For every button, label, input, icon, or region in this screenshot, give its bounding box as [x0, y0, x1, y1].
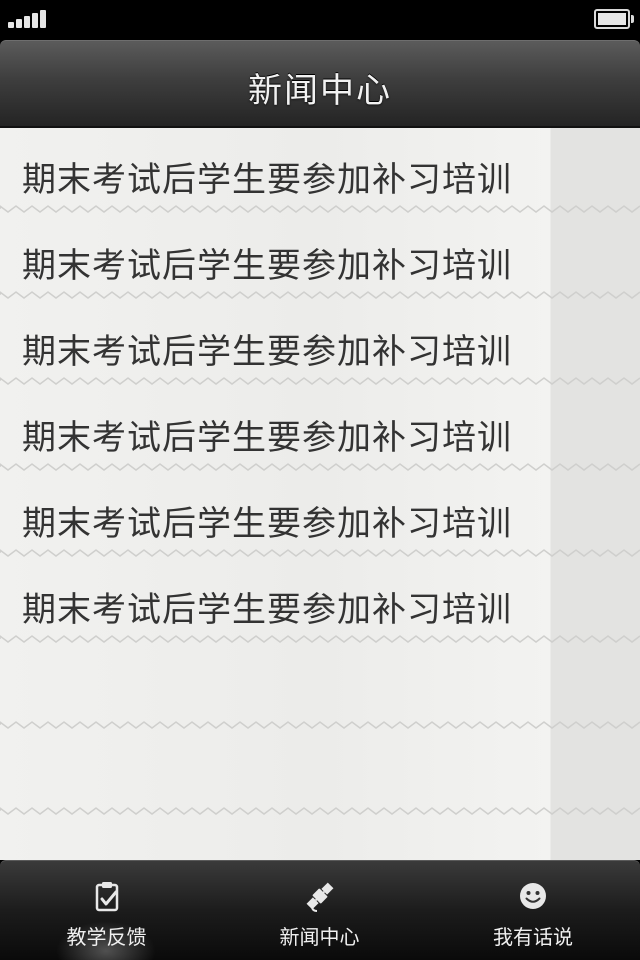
- tab-speak-up[interactable]: 我有话说: [426, 861, 640, 960]
- row-divider: [0, 721, 640, 729]
- news-item[interactable]: 期末考试后学生要参加补习培训: [0, 472, 640, 558]
- row-divider: [0, 377, 640, 385]
- news-title: 期末考试后学生要参加补习培训: [22, 418, 512, 458]
- empty-row: [0, 730, 640, 816]
- tab-label: 教学反馈: [66, 925, 147, 949]
- battery-icon: [594, 9, 634, 29]
- status-bar: [0, 0, 640, 40]
- news-item[interactable]: 期末考试后学生要参加补习培训: [0, 386, 640, 472]
- row-divider: [0, 463, 640, 471]
- news-title: 期末考试后学生要参加补习培训: [22, 332, 512, 372]
- tab-teaching-feedback[interactable]: 教学反馈: [0, 861, 213, 960]
- tab-label: 我有话说: [493, 925, 573, 949]
- news-item[interactable]: 期末考试后学生要参加补习培训: [0, 558, 640, 644]
- news-title: 期末考试后学生要参加补习培训: [22, 246, 512, 286]
- news-item[interactable]: 期末考试后学生要参加补习培训: [0, 128, 640, 214]
- news-item[interactable]: 期末考试后学生要参加补习培训: [0, 300, 640, 386]
- empty-row: [0, 644, 640, 730]
- row-divider: [0, 205, 640, 213]
- row-divider: [0, 549, 640, 557]
- clipboard-check-icon: [95, 882, 118, 912]
- tab-news-center[interactable]: 新闻中心: [213, 861, 426, 960]
- news-title: 期末考试后学生要参加补习培训: [22, 160, 512, 200]
- news-title: 期末考试后学生要参加补习培训: [22, 590, 512, 630]
- news-title: 期末考试后学生要参加补习培训: [22, 504, 512, 544]
- tab-label: 新闻中心: [279, 925, 360, 949]
- signal-strength-icon: [8, 8, 48, 28]
- row-divider: [0, 635, 640, 643]
- news-item[interactable]: 期末考试后学生要参加补习培训: [0, 214, 640, 300]
- news-list-container[interactable]: 期末考试后学生要参加补习培训 期末考试后学生要参加补习培训 期末考试后学生要参加…: [0, 128, 640, 860]
- news-list: 期末考试后学生要参加补习培训 期末考试后学生要参加补习培训 期末考试后学生要参加…: [0, 128, 640, 816]
- page-title: 新闻中心: [248, 71, 392, 111]
- smiley-icon: [520, 883, 546, 909]
- row-divider: [0, 807, 640, 815]
- navigation-bar: 新闻中心: [0, 40, 640, 128]
- row-divider: [0, 291, 640, 299]
- satellite-icon: [306, 882, 333, 912]
- tab-bar: 教学反馈 新闻中心 我有话说: [0, 860, 640, 960]
